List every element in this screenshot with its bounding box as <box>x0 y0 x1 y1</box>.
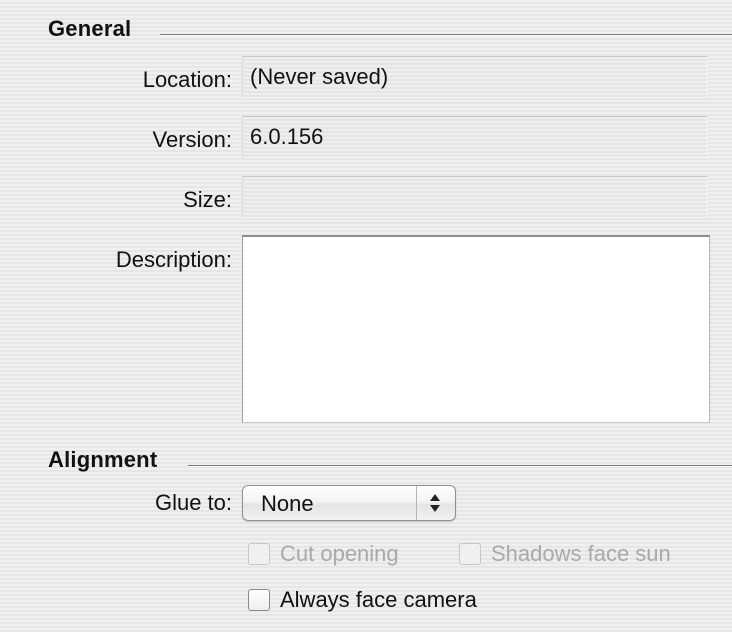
location-value: (Never saved) <box>250 64 389 89</box>
size-field <box>242 176 708 218</box>
version-label: Version: <box>152 127 233 152</box>
alignment-section-title: Alignment <box>48 447 158 472</box>
location-label: Location: <box>142 67 232 92</box>
always-face-camera-checkbox[interactable]: Always face camera <box>248 586 538 616</box>
cut-opening-label: Cut opening <box>280 541 399 566</box>
glue-to-label: Glue to: <box>154 490 232 515</box>
general-section-header: General <box>48 14 732 44</box>
version-value: 6.0.156 <box>250 124 324 149</box>
always-face-camera-checkbox-box[interactable] <box>248 589 270 611</box>
up-down-arrows-icon <box>416 486 455 520</box>
always-face-camera-label: Always face camera <box>280 587 477 612</box>
glue-to-selected-value: None <box>261 491 314 516</box>
shadows-face-sun-label: Shadows face sun <box>491 541 671 566</box>
size-label: Size: <box>183 187 232 212</box>
description-label: Description: <box>115 247 232 272</box>
properties-panel: General Location: (Never saved) Version:… <box>0 0 732 632</box>
description-textarea[interactable] <box>242 235 710 423</box>
general-section-divider <box>160 34 732 36</box>
shadows-face-sun-checkbox-box[interactable] <box>459 543 481 565</box>
shadows-face-sun-checkbox[interactable]: Shadows face sun <box>459 540 719 570</box>
location-field: (Never saved) <box>242 56 708 98</box>
general-section-title: General <box>48 16 132 41</box>
glue-to-popup-button[interactable]: None <box>242 485 456 521</box>
alignment-section-divider <box>188 465 732 467</box>
cut-opening-checkbox-box[interactable] <box>248 543 270 565</box>
version-field: 6.0.156 <box>242 116 708 158</box>
cut-opening-checkbox[interactable]: Cut opening <box>248 540 438 570</box>
alignment-section-header: Alignment <box>48 445 732 475</box>
